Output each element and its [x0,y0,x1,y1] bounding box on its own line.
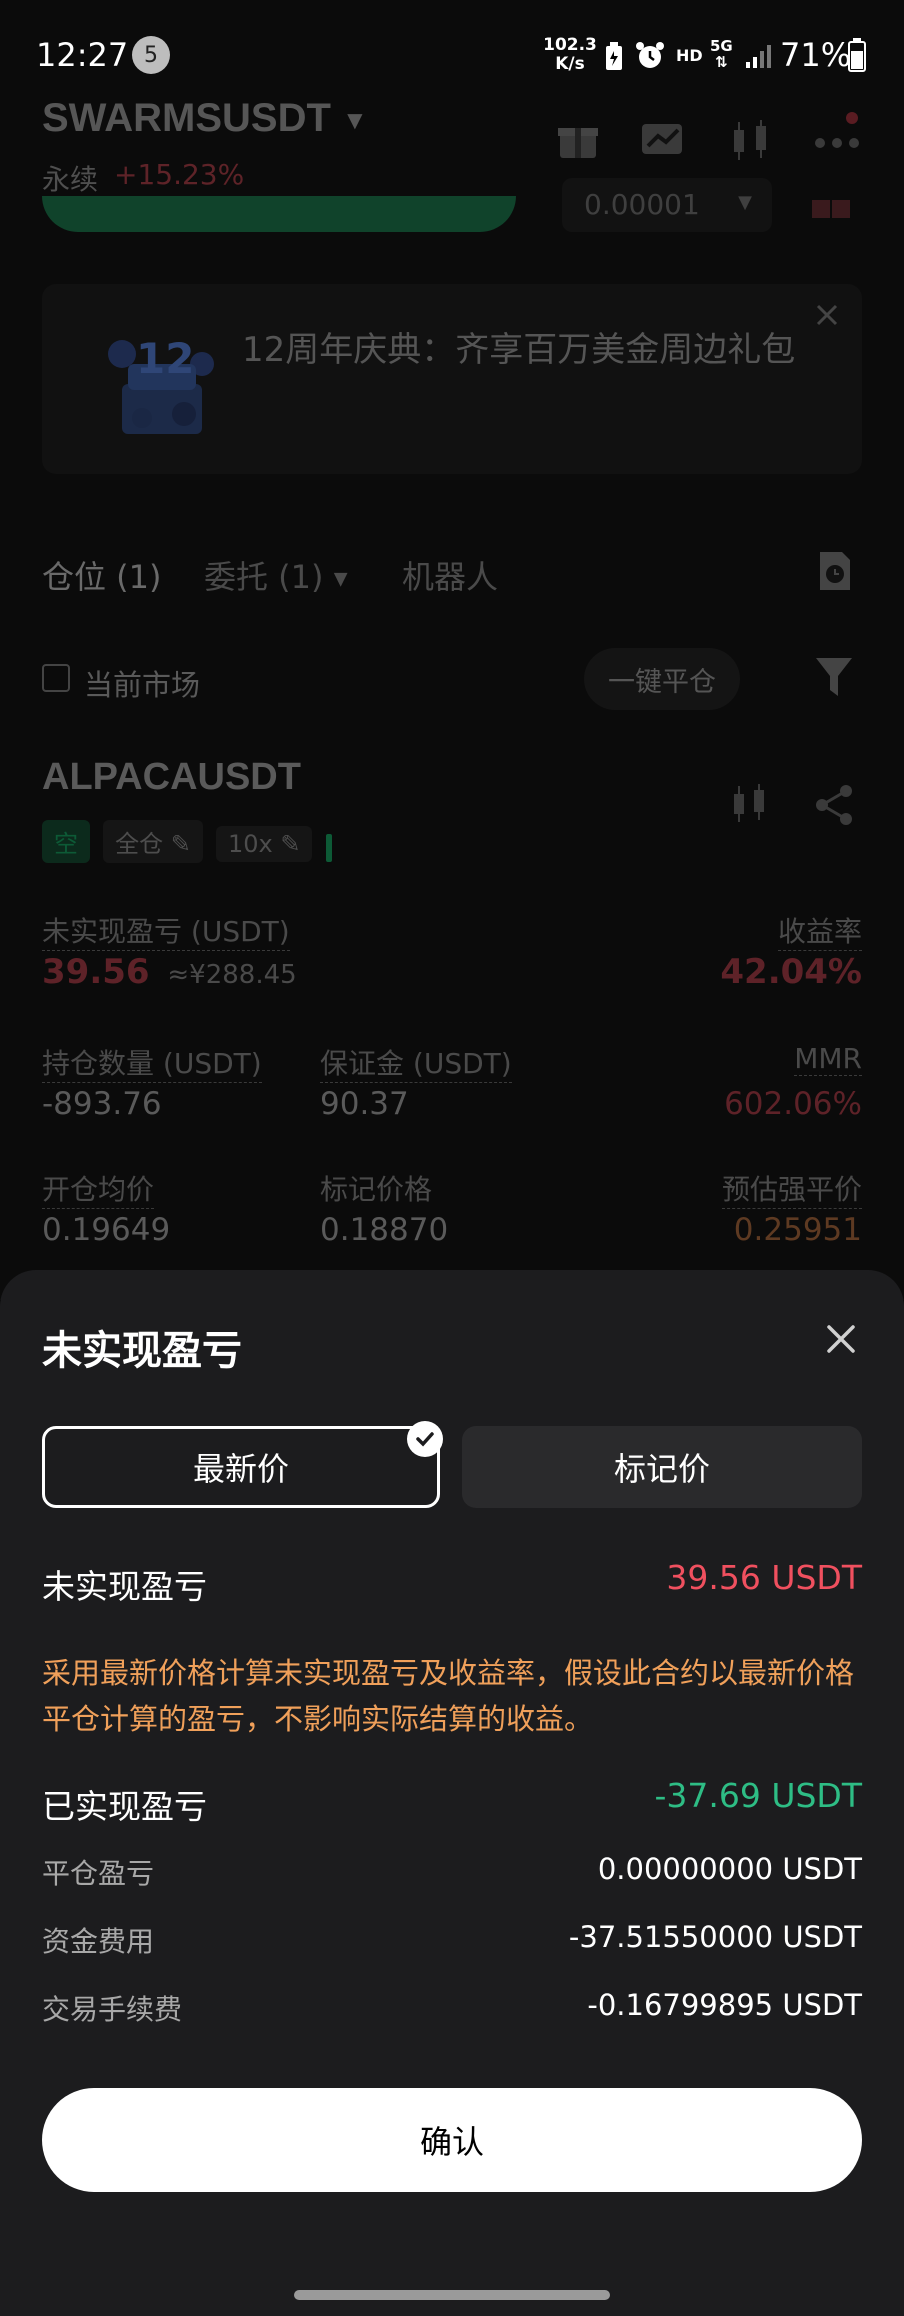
price-step-value: 0.00001 [584,188,700,221]
notification-count: 5 [144,42,158,68]
entry-label: 开仓均价 [42,1168,155,1209]
funding-fee-label: 资金费用 [42,1925,155,1958]
action-button-partial[interactable] [42,196,516,232]
position-symbol[interactable]: ALPACAUSDT [42,756,301,799]
tab-latest-price-label: 最新价 [192,1450,289,1488]
status-time: 12:27 [36,36,129,74]
tab-positions[interactable]: 仓位 (1) [42,552,162,598]
close-icon[interactable] [812,300,842,330]
history-icon[interactable] [816,550,854,592]
mark-price-label: 标记价格 [320,1173,433,1206]
qty-label: 持仓数量 (USDT) [42,1042,262,1083]
alarm-icon [634,40,666,72]
banner-text: 12周年庆典：齐享百万美金周边礼包 [242,330,796,370]
qty-value: -893.76 [42,1086,162,1122]
mark-price-value: 0.18870 [320,1212,449,1248]
chevron-down-icon: ▼ [738,192,752,213]
chevron-down-icon: ▼ [333,568,348,590]
notification-dot [846,112,858,124]
battery-saver-icon [604,42,624,72]
upnl-explanation: 采用最新价格计算未实现盈亏及收益率，假设此合约以最新价格平仓计算的盈亏，不影响实… [42,1656,855,1736]
close-all-label: 一键平仓 [608,666,716,698]
upnl-label: 未实现盈亏 [42,1567,207,1606]
orderbook-layout-icon[interactable] [812,196,852,220]
tab-bots[interactable]: 机器人 [402,552,498,598]
battery-icon [848,38,866,72]
sheet-title: 未实现盈亏 [42,1328,242,1374]
margin-value: 90.37 [320,1086,409,1122]
home-indicator[interactable] [294,2290,610,2300]
gift-icon[interactable] [556,118,600,162]
network-type-icon: 5G ⇅ [710,38,733,70]
hd-icon: HD [676,46,703,65]
tab-mark-price[interactable]: 标记价 [462,1426,862,1508]
current-market-checkbox[interactable] [42,664,70,692]
close-all-button[interactable]: 一键平仓 [584,648,740,710]
risk-bar-icon [325,833,332,862]
mmr-label: MMR [794,1042,862,1076]
data-arrows-icon: ⇅ [715,53,728,71]
confirm-button[interactable]: 确认 [42,2088,862,2192]
anniversary-badge: 12 [136,334,195,383]
status-bar: 12:27 5 102.3 K/s HD 5G ⇅ 71% [0,0,904,110]
candlestick-icon[interactable] [728,118,772,164]
notification-count-badge: 5 [132,36,170,74]
trading-fee-value: -0.16799895 USDT [587,1988,862,2022]
mmr-value: 602.06% [724,1086,862,1122]
filter-icon[interactable] [814,656,854,698]
upnl-value: 39.56 ≈¥288.45 [42,952,297,992]
margin-mode-label: 全仓 [115,830,164,858]
liq-price-value: 0.25951 [733,1212,862,1248]
upnl-value: 39.56 USDT [666,1558,862,1597]
tab-mark-price-label: 标记价 [613,1450,710,1488]
upnl-number: 39.56 [42,952,150,992]
anniversary-cake-image: 12 [92,314,222,444]
background-app: SWARMSUSDT ▼ 永续 +15.23% 0.00001 ▼ 12 12周… [0,0,904,1300]
candlestick-icon[interactable] [730,782,770,826]
realized-pnl-value: -37.69 USDT [654,1776,862,1815]
side-badge: 空 [42,820,90,863]
margin-label: 保证金 (USDT) [320,1042,512,1083]
upnl-cny: ≈¥288.45 [167,960,297,990]
battery-percent: 71% [780,36,852,74]
tab-orders-label: 委托 (1) [204,558,324,596]
net-speed-unit: K/s [555,54,585,74]
confirm-label: 确认 [419,2123,484,2161]
net-speed: 102.3 K/s [540,36,600,74]
price-change: +15.23% [114,158,245,191]
realized-pnl-label: 已实现盈亏 [42,1787,207,1826]
promo-banner[interactable]: 12 12周年庆典：齐享百万美金周边礼包 [42,284,862,474]
liq-price-label: 预估强平价 [721,1168,862,1209]
current-market-label: 当前市场 [84,668,201,702]
roe-value: 42.04% [720,952,862,992]
tab-latest-price[interactable]: 最新价 [42,1421,443,1508]
upnl-label[interactable]: 未实现盈亏 (USDT) [42,910,290,951]
funding-fee-value: -37.51550000 USDT [568,1920,862,1954]
leverage-label: 10x [227,830,273,858]
more-icon[interactable] [814,134,860,148]
trading-fee-label: 交易手续费 [42,1993,183,2026]
share-icon[interactable] [814,784,854,826]
network-type: 5G [710,37,733,55]
contract-type: 永续 [42,163,99,196]
entry-value: 0.19649 [42,1212,171,1248]
check-icon [407,1421,443,1457]
roe-label: 收益率 [777,910,862,951]
price-step-select[interactable]: 0.00001 ▼ [562,178,772,232]
close-icon[interactable] [824,1322,858,1356]
close-pnl-label: 平仓盈亏 [42,1857,155,1890]
margin-mode-badge[interactable]: 全仓 ✎ [103,820,203,863]
position-tags: 空 全仓 ✎ 10x ✎ [42,820,332,863]
upnl-bottom-sheet: 未实现盈亏 最新价 标记价 未实现盈亏 39.56 USDT 采用最新价格计算未… [0,1270,904,2316]
tab-orders[interactable]: 委托 (1) ▼ [204,552,348,598]
close-pnl-value: 0.00000000 USDT [597,1852,862,1886]
leverage-badge[interactable]: 10x ✎ [215,826,313,862]
signal-icon [744,42,772,70]
chart-settings-icon[interactable] [640,120,688,160]
net-speed-value: 102.3 [543,35,597,55]
